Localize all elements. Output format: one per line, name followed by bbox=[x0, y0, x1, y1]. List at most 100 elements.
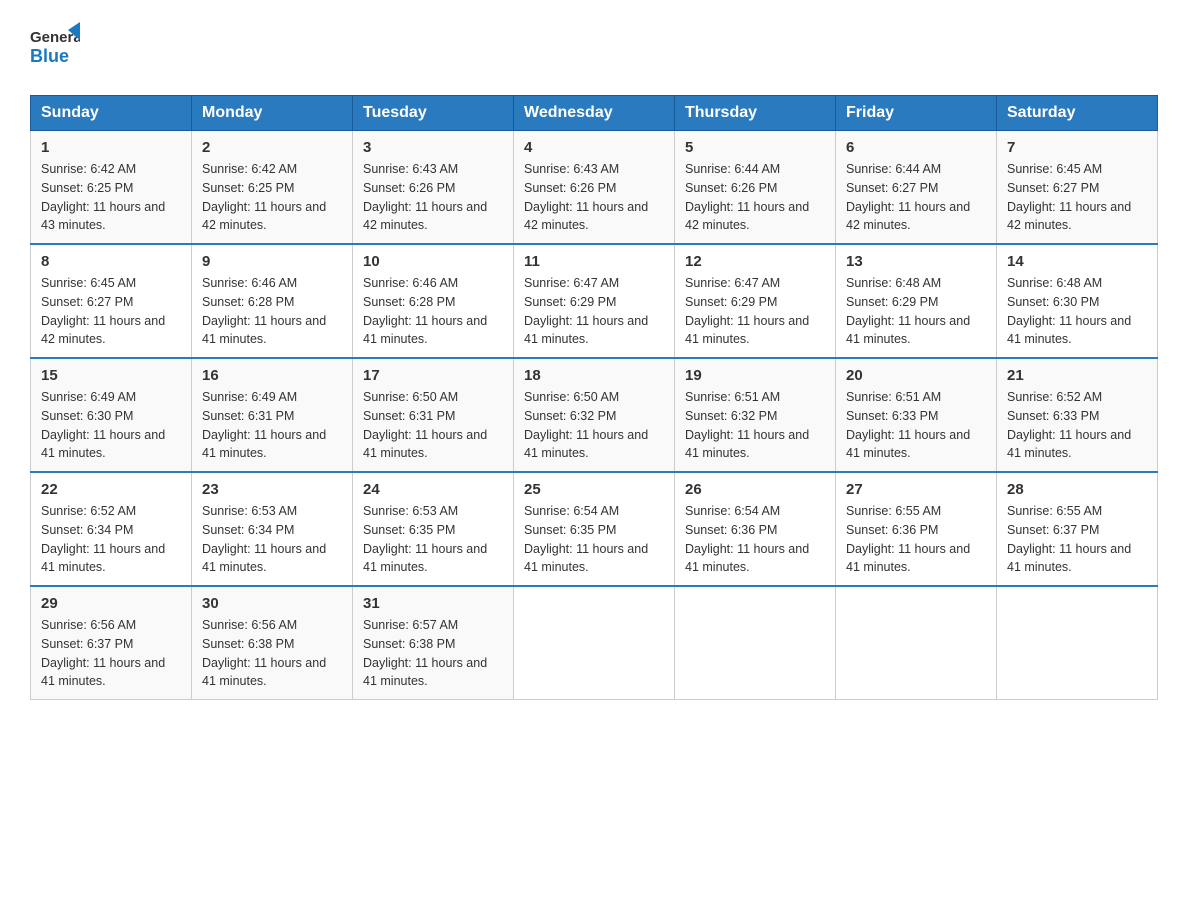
day-header-saturday: Saturday bbox=[997, 96, 1158, 131]
day-info: Sunrise: 6:54 AMSunset: 6:36 PMDaylight:… bbox=[685, 502, 825, 577]
day-number: 15 bbox=[41, 367, 181, 384]
day-info: Sunrise: 6:44 AMSunset: 6:27 PMDaylight:… bbox=[846, 160, 986, 235]
day-number: 6 bbox=[846, 139, 986, 156]
day-number: 22 bbox=[41, 481, 181, 498]
day-number: 19 bbox=[685, 367, 825, 384]
calendar-cell bbox=[514, 586, 675, 700]
page-header: General Blue bbox=[30, 20, 1158, 75]
day-number: 18 bbox=[524, 367, 664, 384]
day-number: 24 bbox=[363, 481, 503, 498]
day-info: Sunrise: 6:42 AMSunset: 6:25 PMDaylight:… bbox=[41, 160, 181, 235]
logo-icon: General Blue bbox=[30, 20, 80, 75]
calendar-cell: 13Sunrise: 6:48 AMSunset: 6:29 PMDayligh… bbox=[836, 244, 997, 358]
day-info: Sunrise: 6:55 AMSunset: 6:37 PMDaylight:… bbox=[1007, 502, 1147, 577]
day-number: 4 bbox=[524, 139, 664, 156]
day-number: 7 bbox=[1007, 139, 1147, 156]
day-number: 21 bbox=[1007, 367, 1147, 384]
day-info: Sunrise: 6:43 AMSunset: 6:26 PMDaylight:… bbox=[524, 160, 664, 235]
calendar-cell: 29 Sunrise: 6:56 AMSunset: 6:37 PMDayligh… bbox=[31, 586, 192, 700]
day-info: Sunrise: 6:47 AMSunset: 6:29 PMDaylight:… bbox=[524, 274, 664, 349]
day-number: 31 bbox=[363, 595, 503, 612]
day-info: Sunrise: 6:43 AMSunset: 6:26 PMDaylight:… bbox=[363, 160, 503, 235]
day-header-friday: Friday bbox=[836, 96, 997, 131]
day-number: 11 bbox=[524, 253, 664, 270]
calendar-cell: 11 Sunrise: 6:47 AMSunset: 6:29 PMDayligh… bbox=[514, 244, 675, 358]
day-number: 5 bbox=[685, 139, 825, 156]
svg-text:Blue: Blue bbox=[30, 46, 69, 66]
day-number: 9 bbox=[202, 253, 342, 270]
day-number: 3 bbox=[363, 139, 503, 156]
day-number: 10 bbox=[363, 253, 503, 270]
calendar-cell: 15 Sunrise: 6:49 AMSunset: 6:30 PMDayligh… bbox=[31, 358, 192, 472]
day-info: Sunrise: 6:53 AMSunset: 6:35 PMDaylight:… bbox=[363, 502, 503, 577]
calendar-cell: 5 Sunrise: 6:44 AMSunset: 6:26 PMDaylight… bbox=[675, 131, 836, 245]
calendar-cell: 23 Sunrise: 6:53 AMSunset: 6:34 PMDayligh… bbox=[192, 472, 353, 586]
calendar-cell: 19 Sunrise: 6:51 AMSunset: 6:32 PMDayligh… bbox=[675, 358, 836, 472]
day-info: Sunrise: 6:48 AMSunset: 6:30 PMDaylight:… bbox=[1007, 274, 1147, 349]
calendar-week-row: 15 Sunrise: 6:49 AMSunset: 6:30 PMDayligh… bbox=[31, 358, 1158, 472]
day-info: Sunrise: 6:46 AMSunset: 6:28 PMDaylight:… bbox=[363, 274, 503, 349]
calendar-week-row: 29 Sunrise: 6:56 AMSunset: 6:37 PMDayligh… bbox=[31, 586, 1158, 700]
calendar-cell: 1 Sunrise: 6:42 AMSunset: 6:25 PMDaylight… bbox=[31, 131, 192, 245]
calendar-cell: 18 Sunrise: 6:50 AMSunset: 6:32 PMDayligh… bbox=[514, 358, 675, 472]
day-number: 26 bbox=[685, 481, 825, 498]
calendar-week-row: 22 Sunrise: 6:52 AMSunset: 6:34 PMDayligh… bbox=[31, 472, 1158, 586]
calendar-cell: 10 Sunrise: 6:46 AMSunset: 6:28 PMDayligh… bbox=[353, 244, 514, 358]
day-info: Sunrise: 6:49 AMSunset: 6:30 PMDaylight:… bbox=[41, 388, 181, 463]
calendar-cell: 7 Sunrise: 6:45 AMSunset: 6:27 PMDaylight… bbox=[997, 131, 1158, 245]
day-header-tuesday: Tuesday bbox=[353, 96, 514, 131]
day-info: Sunrise: 6:47 AMSunset: 6:29 PMDaylight:… bbox=[685, 274, 825, 349]
calendar-cell: 17Sunrise: 6:50 AMSunset: 6:31 PMDayligh… bbox=[353, 358, 514, 472]
day-info: Sunrise: 6:54 AMSunset: 6:35 PMDaylight:… bbox=[524, 502, 664, 577]
calendar-cell: 24 Sunrise: 6:53 AMSunset: 6:35 PMDayligh… bbox=[353, 472, 514, 586]
calendar-cell: 2 Sunrise: 6:42 AMSunset: 6:25 PMDaylight… bbox=[192, 131, 353, 245]
calendar-table: SundayMondayTuesdayWednesdayThursdayFrid… bbox=[30, 95, 1158, 700]
calendar-cell: 20 Sunrise: 6:51 AMSunset: 6:33 PMDayligh… bbox=[836, 358, 997, 472]
day-info: Sunrise: 6:56 AMSunset: 6:37 PMDaylight:… bbox=[41, 616, 181, 691]
day-info: Sunrise: 6:42 AMSunset: 6:25 PMDaylight:… bbox=[202, 160, 342, 235]
day-header-sunday: Sunday bbox=[31, 96, 192, 131]
day-info: Sunrise: 6:45 AMSunset: 6:27 PMDaylight:… bbox=[1007, 160, 1147, 235]
calendar-cell: 16 Sunrise: 6:49 AMSunset: 6:31 PMDayligh… bbox=[192, 358, 353, 472]
day-number: 28 bbox=[1007, 481, 1147, 498]
day-number: 27 bbox=[846, 481, 986, 498]
logo-container: General Blue bbox=[30, 20, 80, 75]
day-info: Sunrise: 6:56 AMSunset: 6:38 PMDaylight:… bbox=[202, 616, 342, 691]
day-info: Sunrise: 6:52 AMSunset: 6:34 PMDaylight:… bbox=[41, 502, 181, 577]
logo: General Blue bbox=[30, 20, 80, 75]
calendar-cell: 22 Sunrise: 6:52 AMSunset: 6:34 PMDayligh… bbox=[31, 472, 192, 586]
day-info: Sunrise: 6:51 AMSunset: 6:33 PMDaylight:… bbox=[846, 388, 986, 463]
calendar-cell: 8 Sunrise: 6:45 AMSunset: 6:27 PMDaylight… bbox=[31, 244, 192, 358]
calendar-week-row: 8 Sunrise: 6:45 AMSunset: 6:27 PMDaylight… bbox=[31, 244, 1158, 358]
day-info: Sunrise: 6:51 AMSunset: 6:32 PMDaylight:… bbox=[685, 388, 825, 463]
calendar-cell bbox=[836, 586, 997, 700]
day-number: 2 bbox=[202, 139, 342, 156]
day-number: 16 bbox=[202, 367, 342, 384]
day-info: Sunrise: 6:57 AMSunset: 6:38 PMDaylight:… bbox=[363, 616, 503, 691]
day-number: 13 bbox=[846, 253, 986, 270]
day-number: 17 bbox=[363, 367, 503, 384]
day-info: Sunrise: 6:50 AMSunset: 6:32 PMDaylight:… bbox=[524, 388, 664, 463]
day-info: Sunrise: 6:55 AMSunset: 6:36 PMDaylight:… bbox=[846, 502, 986, 577]
day-info: Sunrise: 6:45 AMSunset: 6:27 PMDaylight:… bbox=[41, 274, 181, 349]
calendar-cell bbox=[675, 586, 836, 700]
day-info: Sunrise: 6:53 AMSunset: 6:34 PMDaylight:… bbox=[202, 502, 342, 577]
day-info: Sunrise: 6:44 AMSunset: 6:26 PMDaylight:… bbox=[685, 160, 825, 235]
day-number: 29 bbox=[41, 595, 181, 612]
day-number: 14 bbox=[1007, 253, 1147, 270]
calendar-cell: 30 Sunrise: 6:56 AMSunset: 6:38 PMDayligh… bbox=[192, 586, 353, 700]
day-number: 30 bbox=[202, 595, 342, 612]
calendar-cell: 3 Sunrise: 6:43 AMSunset: 6:26 PMDaylight… bbox=[353, 131, 514, 245]
calendar-cell: 14 Sunrise: 6:48 AMSunset: 6:30 PMDayligh… bbox=[997, 244, 1158, 358]
day-number: 23 bbox=[202, 481, 342, 498]
day-number: 1 bbox=[41, 139, 181, 156]
day-number: 8 bbox=[41, 253, 181, 270]
calendar-cell: 26 Sunrise: 6:54 AMSunset: 6:36 PMDayligh… bbox=[675, 472, 836, 586]
day-header-monday: Monday bbox=[192, 96, 353, 131]
day-info: Sunrise: 6:46 AMSunset: 6:28 PMDaylight:… bbox=[202, 274, 342, 349]
day-number: 20 bbox=[846, 367, 986, 384]
day-info: Sunrise: 6:49 AMSunset: 6:31 PMDaylight:… bbox=[202, 388, 342, 463]
day-header-wednesday: Wednesday bbox=[514, 96, 675, 131]
day-header-thursday: Thursday bbox=[675, 96, 836, 131]
calendar-cell: 9 Sunrise: 6:46 AMSunset: 6:28 PMDaylight… bbox=[192, 244, 353, 358]
